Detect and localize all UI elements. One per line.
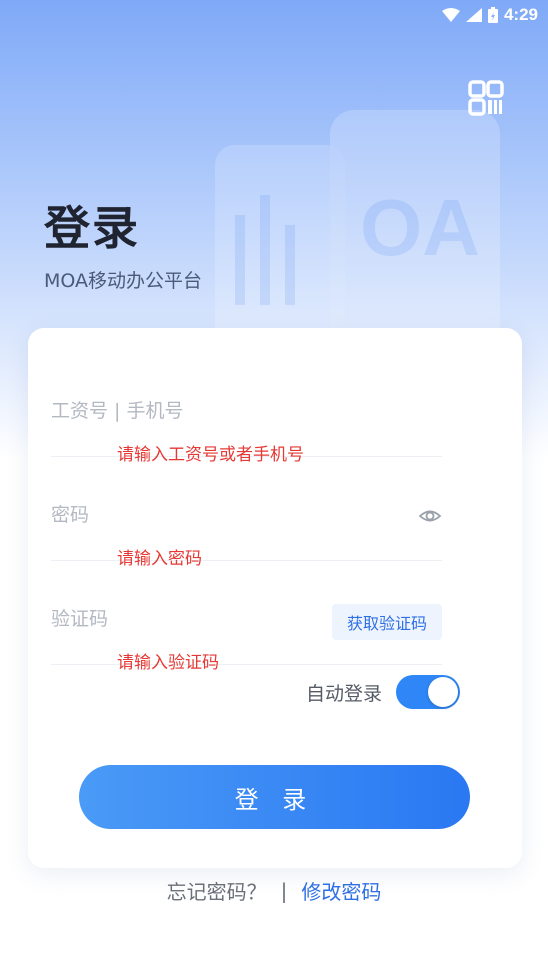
auto-login-row: 自动登录 [306,675,461,709]
wifi-icon [441,8,460,22]
account-field: 请输入工资号或者手机号 [51,352,442,465]
moa-watermark-graphic: OA [215,110,500,350]
auto-login-label: 自动登录 [306,682,383,705]
account-input[interactable] [51,396,321,426]
password-input[interactable] [51,500,321,530]
qr-scan-button[interactable] [466,78,506,118]
change-password-link[interactable]: 修改密码 [301,876,381,905]
toggle-knob [428,677,459,707]
get-code-button[interactable]: 获取验证码 [332,604,442,640]
qr-code-icon [468,80,504,116]
svg-text:OA: OA [360,183,480,272]
footer-links: 忘记密码？ | 修改密码 [0,876,548,905]
footer-separator: | [280,878,288,903]
captcha-error: 请输入验证码 [117,653,219,673]
password-field: 请输入密码 [51,456,442,569]
status-bar: 4:29 [0,0,548,30]
signal-icon [465,8,482,22]
captcha-field: 获取验证码 请输入验证码 [51,560,442,673]
login-button[interactable]: 登 录 [79,765,470,829]
battery-icon [487,7,498,23]
status-time: 4:29 [503,5,538,24]
captcha-input[interactable] [51,604,321,634]
forgot-password-link[interactable]: 忘记密码？ [167,876,267,905]
auto-login-toggle[interactable] [396,675,461,709]
eye-icon[interactable] [418,504,442,528]
page-title: 登录 [44,201,140,255]
page-subtitle: MOA移动办公平台 [44,270,203,292]
